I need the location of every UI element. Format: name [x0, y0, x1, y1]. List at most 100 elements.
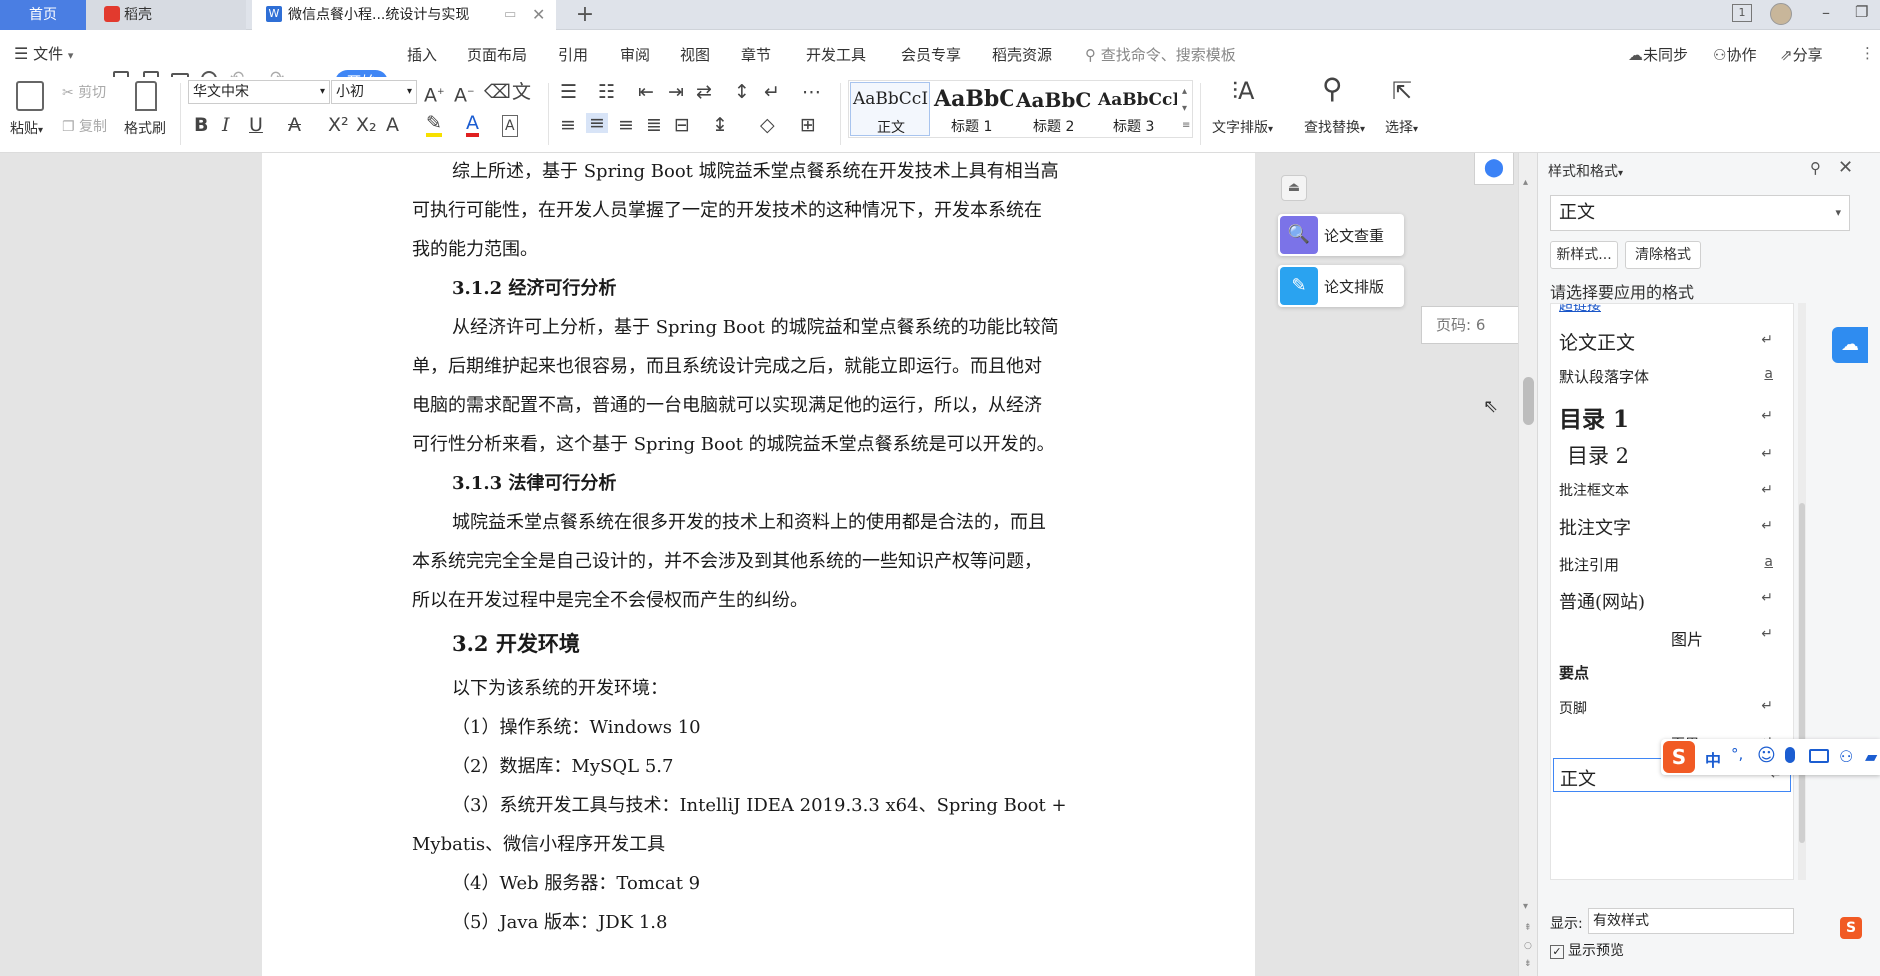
underline-icon[interactable]: U [249, 115, 263, 135]
align-center-icon[interactable]: ≡ [586, 113, 608, 133]
ime-chinese-mode[interactable]: 中 [1705, 747, 1721, 771]
font-size-select[interactable]: 小初 ▾ [331, 80, 417, 104]
text-layout-button[interactable]: 文字排版▾ [1212, 117, 1273, 137]
sogou-mini-icon[interactable]: S [1840, 917, 1862, 939]
shrink-font-icon[interactable]: A− [454, 82, 475, 105]
new-style-button[interactable]: 新样式... [1550, 241, 1618, 269]
shading-icon[interactable]: ◇ [760, 115, 775, 135]
pinyin-icon[interactable]: 文 [512, 82, 531, 102]
ime-user-icon[interactable]: ⚇ [1839, 747, 1853, 766]
style-item[interactable]: 目录 2 [1567, 440, 1629, 470]
current-style-select[interactable]: 正文 ▾ [1550, 195, 1850, 231]
distributed-icon[interactable]: ⊟ [674, 115, 690, 135]
minimize-button[interactable]: – [1822, 3, 1830, 22]
tab-close-icon[interactable]: ✕ [532, 0, 545, 30]
style-item[interactable]: 图片 [1671, 626, 1703, 650]
scroll-thumb[interactable] [1799, 503, 1805, 843]
highlight-icon[interactable]: ✎ [426, 113, 442, 137]
copy-button[interactable]: ❐ 复制 [62, 116, 107, 136]
style-item[interactable]: 默认段落字体 [1559, 366, 1649, 387]
maximize-button[interactable]: ❐ [1855, 3, 1868, 21]
menu-developer[interactable]: 开发工具 [806, 44, 866, 65]
ime-voice-icon[interactable] [1785, 747, 1795, 763]
vertical-scrollbar[interactable]: ▴ ▾ ⇞ ○ ⇟ [1518, 153, 1537, 976]
menu-references[interactable]: 引用 [558, 44, 588, 65]
menu-chapter[interactable]: 章节 [741, 44, 771, 65]
style-item[interactable]: 批注框文本 [1559, 480, 1629, 500]
show-marks-icon[interactable]: ↵ [764, 82, 780, 102]
borders-icon[interactable]: ⊞ [800, 115, 816, 135]
gallery-scroll-icon[interactable]: ▴ ▾ ≡ [1182, 83, 1190, 134]
tab-home[interactable]: 首页 [0, 0, 86, 30]
text-effect-icon[interactable]: A [386, 115, 399, 135]
style-heading-3[interactable]: AaBbCcI 标题 3 [1097, 82, 1177, 136]
sort-icon[interactable]: ↕ [734, 82, 750, 102]
more-icon[interactable]: ⋮ [1860, 44, 1875, 62]
menu-file[interactable]: ☰ 文件 ▾ [14, 43, 73, 64]
line-spacing-icon[interactable]: ↨ [712, 115, 728, 135]
text-layout-icon[interactable]: ⫶A [1232, 79, 1254, 103]
sync-status[interactable]: ☁未同步 [1628, 44, 1688, 65]
bold-icon[interactable]: B [194, 115, 208, 135]
scroll-thumb[interactable] [1523, 377, 1534, 425]
show-preview-checkbox[interactable]: ✓ 显示预览 [1550, 940, 1624, 960]
panel-title[interactable]: 样式和格式▾ [1548, 161, 1623, 181]
menu-view[interactable]: 视图 [680, 44, 710, 65]
chinese-layout-icon[interactable]: ⇄ [696, 82, 712, 102]
next-page-icon[interactable]: ⇟ [1524, 959, 1532, 969]
ime-skin-icon[interactable]: ▰ [1865, 747, 1877, 766]
page-select-icon[interactable]: ○ [1524, 941, 1532, 951]
subscript-icon[interactable]: X₂ [356, 115, 377, 135]
show-filter-select[interactable]: 有效样式 [1588, 908, 1794, 934]
menu-member[interactable]: 会员专享 [901, 44, 961, 65]
style-item-hyperlink[interactable]: 超链接 [1559, 304, 1601, 315]
layout-icon[interactable]: 1 [1732, 4, 1752, 22]
ime-emoji-icon[interactable]: ☺ [1757, 745, 1776, 766]
collapse-ribbon-button[interactable]: ⏏ [1281, 175, 1307, 201]
format-painter-icon[interactable] [135, 81, 157, 111]
style-item[interactable]: 批注引用 [1559, 554, 1619, 575]
ime-keyboard-icon[interactable] [1809, 749, 1829, 763]
select-button[interactable]: 选择▾ [1385, 117, 1418, 137]
style-item[interactable]: 普通(网站) [1559, 588, 1645, 614]
justify-icon[interactable]: ≣ [646, 115, 662, 135]
decrease-indent-icon[interactable]: ⇤ [638, 82, 654, 102]
prev-page-icon[interactable]: ⇞ [1524, 923, 1532, 933]
menu-page-layout[interactable]: 页面布局 [467, 44, 527, 65]
command-search[interactable]: ⚲ 查找命令、搜索模板 [1085, 44, 1236, 65]
share-button[interactable]: ⇗分享 [1780, 44, 1823, 65]
avatar[interactable] [1770, 3, 1792, 25]
style-item[interactable]: 要点 [1559, 662, 1589, 683]
window-restore-icon[interactable]: ▭ [504, 0, 516, 30]
scroll-down-icon[interactable]: ▾ [1523, 901, 1528, 912]
select-cursor-icon[interactable]: ⇱ [1392, 79, 1412, 103]
tab-document[interactable]: W 微信点餐小程...统设计与实现 ▭ ✕ [252, 0, 556, 30]
bullet-list-icon[interactable]: ☰ [560, 82, 577, 102]
font-name-select[interactable]: 华文中宋 ▾ [188, 80, 330, 104]
clear-format-button[interactable]: 清除格式 [1625, 241, 1701, 269]
tab-daoke[interactable]: 稻壳 [86, 0, 246, 30]
style-item[interactable]: 页脚 [1559, 698, 1587, 718]
location-pin-icon[interactable]: ⬤ [1474, 153, 1514, 185]
format-painter-button[interactable]: 格式刷 [124, 118, 166, 138]
paste-icon[interactable] [16, 81, 44, 111]
scroll-up-icon[interactable]: ▴ [1523, 177, 1534, 191]
find-replace-button[interactable]: 查找替换▾ [1304, 117, 1365, 137]
style-heading-1[interactable]: AaBbC 标题 1 [933, 82, 1013, 136]
paste-button[interactable]: 粘贴▾ [10, 118, 43, 138]
find-replace-icon[interactable]: ⚲ [1322, 75, 1343, 103]
cut-button[interactable]: ✂ 剪切 [62, 82, 106, 102]
strikethrough-icon[interactable]: A [288, 115, 301, 135]
numbered-list-icon[interactable]: ☷ [598, 82, 615, 102]
tab-stop-icon[interactable]: ⋯ [802, 82, 821, 102]
document-page[interactable]: 综上所述，基于 Spring Boot 城院益禾堂点餐系统在开发技术上具有相当高… [262, 153, 1255, 976]
style-list[interactable]: 超链接 论文正文 ↵ 默认段落字体 a 目录 1 ↵ 目录 2 ↵ 批注框文本 ↵ 批注文… [1550, 303, 1794, 880]
superscript-icon[interactable]: X² [328, 115, 349, 135]
style-item[interactable]: 论文正文 [1559, 328, 1635, 355]
collaborate-button[interactable]: ⚇协作 [1713, 44, 1756, 65]
align-left-icon[interactable]: ≡ [560, 115, 576, 135]
new-tab-button[interactable]: + [570, 0, 600, 30]
style-list-scrollbar[interactable] [1798, 303, 1806, 880]
pin-icon[interactable]: ⚲ [1810, 159, 1821, 177]
paper-check-button[interactable]: 🔍 论文查重 [1278, 214, 1404, 256]
